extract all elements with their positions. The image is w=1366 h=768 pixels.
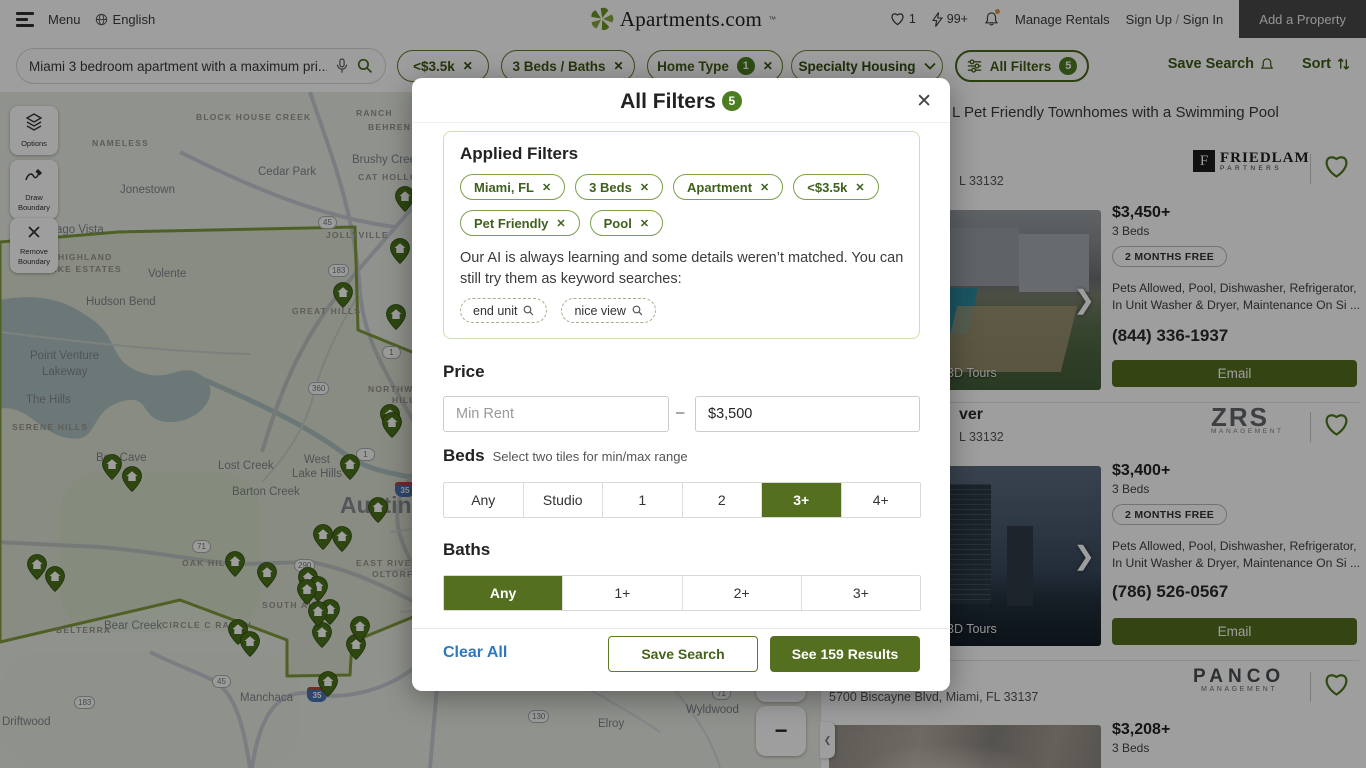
remove-chip-icon[interactable]: ✕ — [640, 217, 649, 230]
see-results-button[interactable]: See 159 Results — [770, 636, 920, 672]
keyword-label: end unit — [473, 304, 517, 318]
remove-chip-icon[interactable]: ✕ — [760, 181, 769, 194]
keyword-chip[interactable]: end unit — [460, 298, 547, 323]
beds-tile-2[interactable]: 2 — [682, 483, 762, 517]
applied-filter-chip[interactable]: Pet Friendly ✕ — [460, 210, 580, 236]
applied-filter-chip[interactable]: Miami, FL ✕ — [460, 174, 565, 200]
remove-chip-icon[interactable]: ✕ — [542, 181, 551, 194]
baths-tile-any[interactable]: Any — [444, 576, 562, 610]
baths-tile-3[interactable]: 3+ — [801, 576, 920, 610]
keyword-label: nice view — [574, 304, 625, 318]
clear-all-link[interactable]: Clear All — [443, 644, 507, 662]
applied-filter-chip[interactable]: Apartment ✕ — [673, 174, 783, 200]
applied-filter-chip[interactable]: Pool ✕ — [590, 210, 663, 236]
keyword-chip[interactable]: nice view — [561, 298, 655, 323]
keyword-suggestion-chips: end unit nice view — [460, 298, 656, 323]
baths-tile-1[interactable]: 1+ — [562, 576, 681, 610]
remove-chip-icon[interactable]: ✕ — [855, 181, 864, 194]
baths-heading: Baths — [443, 540, 490, 560]
chip-label: 3 Beds — [589, 180, 632, 195]
applied-filter-chips: Miami, FL✕3 Beds✕Apartment✕<$3.5k✕Pet Fr… — [460, 174, 905, 236]
search-icon — [523, 305, 534, 316]
remove-chip-icon[interactable]: ✕ — [556, 217, 565, 230]
save-search-modal-button[interactable]: Save Search — [608, 636, 758, 672]
chip-label: Pet Friendly — [474, 216, 548, 231]
chip-label: Miami, FL — [474, 180, 534, 195]
beds-tile-3[interactable]: 3+ — [761, 483, 841, 517]
beds-tile-any[interactable]: Any — [444, 483, 523, 517]
remove-chip-icon[interactable]: ✕ — [640, 181, 649, 194]
modal-close-button[interactable]: ✕ — [916, 90, 932, 113]
apartments-search-page: Menu English Apartments.com™ 1 — [0, 0, 1366, 768]
beds-tile-1[interactable]: 1 — [602, 483, 682, 517]
min-rent-input[interactable]: Min Rent — [443, 396, 669, 432]
beds-tile-studio[interactable]: Studio — [523, 483, 603, 517]
modal-title: All Filters5 — [412, 90, 950, 114]
beds-note: Select two tiles for min/max range — [493, 449, 688, 464]
baths-tiles: Any1+2+3+ — [443, 575, 921, 611]
applied-filter-chip[interactable]: 3 Beds ✕ — [575, 174, 663, 200]
all-filters-modal: All Filters5 ✕ Applied Filters Miami, FL… — [412, 78, 950, 691]
price-heading: Price — [443, 362, 485, 382]
max-rent-input[interactable]: $3,500 — [695, 396, 920, 432]
chip-label: Pool — [604, 216, 632, 231]
applied-filters-heading: Applied Filters — [460, 144, 578, 164]
beds-tile-4[interactable]: 4+ — [841, 483, 921, 517]
ai-hint-text: Our AI is always learning and some detai… — [460, 248, 910, 290]
price-range-dash: – — [676, 404, 684, 421]
applied-filter-chip[interactable]: <$3.5k ✕ — [793, 174, 878, 200]
chip-label: <$3.5k — [807, 180, 847, 195]
filter-count-badge: 5 — [722, 91, 742, 111]
applied-filters-box: Applied Filters Miami, FL✕3 Beds✕Apartme… — [443, 131, 920, 339]
chip-label: Apartment — [687, 180, 752, 195]
beds-heading: BedsSelect two tiles for min/max range — [443, 446, 688, 466]
baths-tile-2[interactable]: 2+ — [682, 576, 801, 610]
search-icon — [632, 305, 643, 316]
beds-tiles: AnyStudio123+4+ — [443, 482, 921, 518]
